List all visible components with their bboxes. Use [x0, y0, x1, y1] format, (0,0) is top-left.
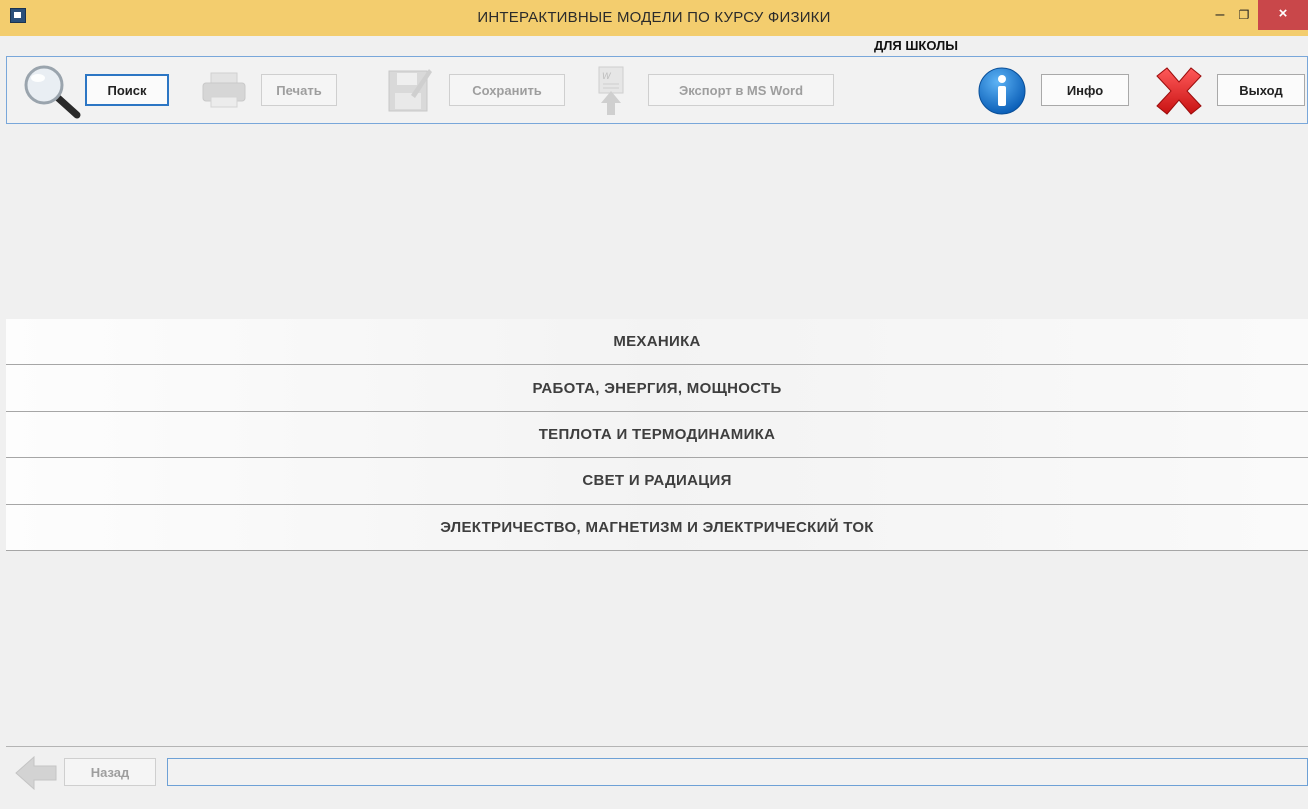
red-x-icon[interactable]	[1151, 66, 1207, 116]
print-button[interactable]: Печать	[261, 74, 337, 106]
category-heat-thermodynamics[interactable]: ТЕПЛОТА И ТЕРМОДИНАМИКА	[6, 411, 1308, 459]
restore-button[interactable]: ❐	[1233, 4, 1255, 26]
info-button[interactable]: Инфо	[1041, 74, 1129, 106]
floppy-icon	[388, 69, 432, 112]
back-button[interactable]: Назад	[64, 758, 156, 786]
category-list: МЕХАНИКА РАБОТА, ЭНЕРГИЯ, МОЩНОСТЬ ТЕПЛО…	[6, 319, 1308, 551]
footer-divider	[6, 746, 1308, 747]
category-work-energy-power[interactable]: РАБОТА, ЭНЕРГИЯ, МОЩНОСТЬ	[6, 365, 1308, 412]
save-button[interactable]: Сохранить	[449, 74, 565, 106]
word-export-icon: W	[598, 66, 624, 115]
printer-icon	[202, 72, 246, 108]
magnifier-icon[interactable]	[19, 63, 83, 119]
window-title: ИНТЕРАКТИВНЫЕ МОДЕЛИ ПО КУРСУ ФИЗИКИ	[477, 9, 831, 26]
minimize-button[interactable]: –	[1210, 4, 1230, 26]
back-arrow-icon	[15, 755, 57, 791]
path-field[interactable]	[167, 758, 1308, 786]
category-mechanics[interactable]: МЕХАНИКА	[6, 319, 1308, 366]
close-button[interactable]: ×	[1258, 0, 1308, 30]
category-light-radiation[interactable]: СВЕТ И РАДИАЦИЯ	[6, 458, 1308, 505]
export-word-button[interactable]: Экспорт в MS Word	[648, 74, 834, 106]
search-button[interactable]: Поиск	[85, 74, 169, 106]
toolbar: Поиск Печать Сохранить W Экспорт в MS Wo…	[6, 56, 1308, 124]
title-bar: ИНТЕРАКТИВНЫЕ МОДЕЛИ ПО КУРСУ ФИЗИКИ – ❐…	[0, 0, 1308, 36]
window-subtitle: ДЛЯ ШКОЛЫ	[874, 38, 958, 53]
category-electricity-magnetism[interactable]: ЭЛЕКТРИЧЕСТВО, МАГНЕТИЗМ И ЭЛЕКТРИЧЕСКИЙ…	[6, 504, 1308, 551]
exit-button[interactable]: Выход	[1217, 74, 1305, 106]
info-icon[interactable]	[977, 66, 1027, 116]
